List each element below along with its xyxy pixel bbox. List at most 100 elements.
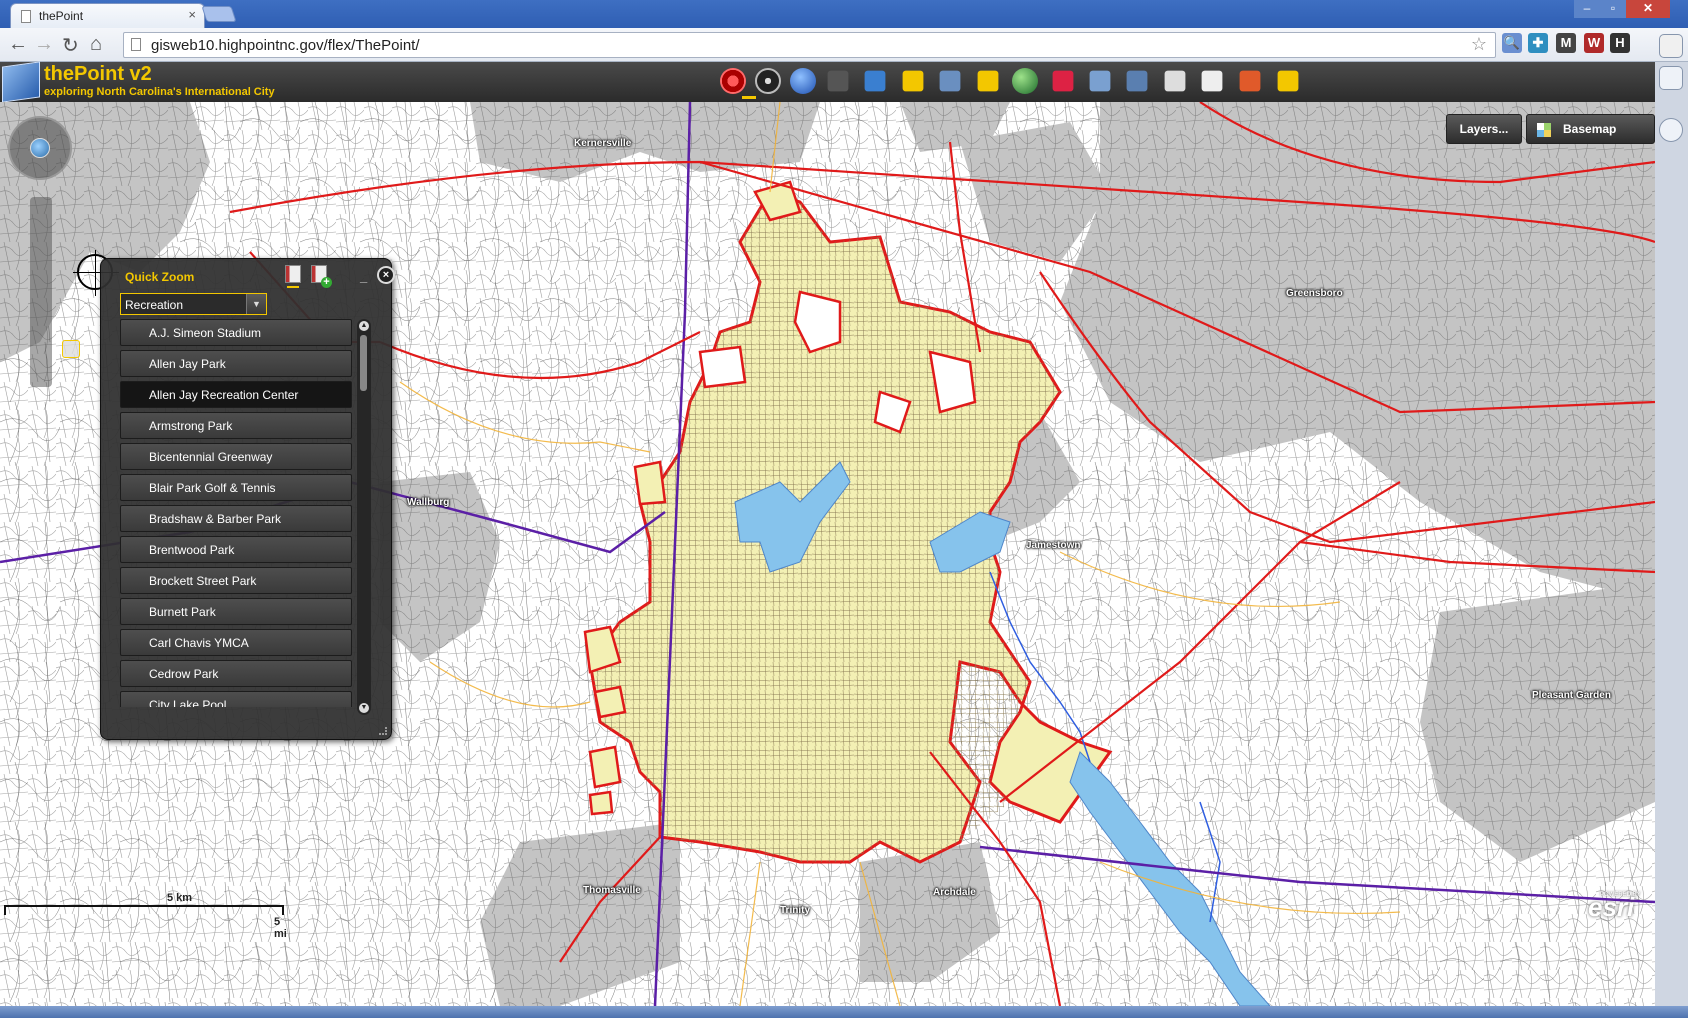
target-tool-icon[interactable]: [720, 68, 746, 94]
list-item[interactable]: A.J. Simeon Stadium: [120, 319, 352, 346]
browser-tab[interactable]: thePoint ×: [10, 3, 205, 28]
basemap-button[interactable]: Basemap: [1526, 114, 1655, 144]
side-panel-strip: [1655, 34, 1688, 1018]
table-tool-icon[interactable]: [864, 70, 886, 92]
category-select-value: Recreation: [125, 298, 184, 312]
back-button[interactable]: ←: [8, 33, 28, 56]
side-orange-button[interactable]: [1659, 34, 1683, 58]
label-thomasville: Thomasville: [583, 885, 641, 896]
pan-hand-icon[interactable]: [62, 340, 80, 358]
scale-bar: 5 km 5 mi: [4, 892, 287, 940]
scale-line: [4, 905, 284, 915]
app-subtitle: exploring North Carolina's International…: [44, 86, 275, 98]
puzzle-ext-icon[interactable]: ✚: [1528, 33, 1548, 53]
address-bar[interactable]: gisweb10.highpointnc.gov/flex/ThePoint/ …: [123, 32, 1496, 58]
draw-tool-icon[interactable]: [1089, 70, 1111, 92]
search-ext-icon[interactable]: 🔍: [1502, 33, 1522, 53]
list-scrollbar[interactable]: ▲ ▼: [357, 319, 371, 715]
move-tool-icon[interactable]: [902, 70, 924, 92]
scrollbar-thumb[interactable]: [360, 335, 367, 391]
browser-toolbar: ← → ↻ ⌂ gisweb10.highpointnc.gov/flex/Th…: [0, 28, 1688, 62]
report-tool-icon[interactable]: [1239, 70, 1261, 92]
scroll-up-icon[interactable]: ▲: [359, 321, 369, 331]
scale-mi-label: 5 mi: [274, 916, 287, 940]
app-title: thePoint v2: [44, 63, 152, 85]
lock-tool-icon[interactable]: [977, 70, 999, 92]
info-tool-icon[interactable]: [790, 68, 816, 94]
layers-tool-icon[interactable]: [939, 70, 961, 92]
layers-button[interactable]: Layers...: [1446, 114, 1522, 144]
list-item[interactable]: Carl Chavis YMCA: [120, 629, 352, 656]
tab-title: thePoint: [39, 9, 84, 23]
map-navigation-control[interactable]: [8, 116, 72, 180]
h-ext-icon[interactable]: H: [1610, 33, 1630, 53]
minimize-panel-button[interactable]: _: [360, 269, 367, 284]
basemap-label: Basemap: [1563, 122, 1617, 136]
globe-icon[interactable]: [30, 138, 50, 158]
list-item[interactable]: Bradshaw & Barber Park: [120, 505, 352, 532]
navigate-tool-icon[interactable]: [755, 68, 781, 94]
label-greensboro: Greensboro: [1286, 288, 1343, 299]
bookmark-star-icon[interactable]: ☆: [1471, 34, 1487, 55]
scroll-down-icon[interactable]: ▼: [359, 703, 369, 713]
os-taskbar: [0, 1006, 1688, 1018]
key-tool-icon[interactable]: [1277, 70, 1299, 92]
list-item[interactable]: Brockett Street Park: [120, 567, 352, 594]
reload-button[interactable]: ↻: [62, 33, 79, 58]
label-pleasant-garden: Pleasant Garden: [1532, 690, 1611, 701]
forward-button[interactable]: →: [34, 33, 54, 56]
news-ext-icon[interactable]: W: [1584, 33, 1604, 53]
active-view-indicator: [287, 286, 299, 288]
home-button[interactable]: ⌂: [90, 33, 102, 56]
basemap-icon: [1537, 123, 1551, 137]
list-item[interactable]: Allen Jay Recreation Center: [120, 381, 352, 408]
side-nav-button[interactable]: [1659, 118, 1683, 142]
new-tab-button[interactable]: [201, 6, 237, 22]
globe-tool-icon[interactable]: [1012, 68, 1038, 94]
chevron-down-icon[interactable]: ▼: [246, 294, 266, 314]
bookmarks-icon[interactable]: [285, 265, 301, 283]
close-panel-button[interactable]: ×: [377, 266, 395, 284]
list-item[interactable]: Armstrong Park: [120, 412, 352, 439]
label-kernersville: Kernersville: [574, 138, 632, 149]
list-item[interactable]: Bicentennial Greenway: [120, 443, 352, 470]
side-action-button[interactable]: [1659, 66, 1683, 90]
label-archdale: Archdale: [933, 887, 976, 898]
url-text[interactable]: gisweb10.highpointnc.gov/flex/ThePoint/: [151, 37, 420, 54]
binoculars-tool-icon[interactable]: [827, 70, 849, 92]
list-item[interactable]: Cedrow Park: [120, 660, 352, 687]
page: { "browser": { "tab_title": "thePoint", …: [0, 0, 1688, 1018]
gmail-ext-icon[interactable]: M: [1556, 33, 1576, 53]
page-icon: [131, 38, 141, 51]
app-header: thePoint v2 exploring North Carolina's I…: [0, 61, 1655, 103]
list-item[interactable]: Blair Park Golf & Tennis: [120, 474, 352, 501]
label-trinity: Trinity: [780, 905, 811, 916]
list-item[interactable]: Allen Jay Park: [120, 350, 352, 377]
maximize-window-button[interactable]: ▫: [1600, 0, 1626, 18]
category-select[interactable]: Recreation ▼: [120, 293, 267, 315]
select-tool-icon[interactable]: [1164, 70, 1186, 92]
list-item[interactable]: City Lake Pool: [120, 691, 352, 707]
page-icon: [21, 10, 31, 23]
measure-tool-icon[interactable]: [1052, 70, 1074, 92]
map-canvas[interactable]: Kernersville Greensboro Wallburg Jamestown P…: [0, 102, 1655, 1006]
quick-zoom-panel: Quick Zoom _ × Recreation ▼ A.J. Simeon …: [100, 258, 395, 740]
close-window-button[interactable]: ✕: [1626, 0, 1670, 18]
download-tool-icon[interactable]: [1201, 70, 1223, 92]
list-item[interactable]: Burnett Park: [120, 598, 352, 625]
app-logo-icon: [2, 61, 40, 103]
esri-logo[interactable]: esri: [1588, 892, 1646, 928]
active-tool-indicator: [742, 96, 756, 99]
quick-zoom-title: Quick Zoom: [125, 270, 195, 284]
minimize-window-button[interactable]: –: [1574, 0, 1600, 18]
resize-grip-icon[interactable]: [379, 727, 387, 735]
label-jamestown: Jamestown: [1026, 540, 1081, 551]
list-item[interactable]: Brentwood Park: [120, 536, 352, 563]
quick-zoom-list: A.J. Simeon Stadium Allen Jay Park Allen J…: [120, 319, 354, 707]
scale-km-label: 5 km: [167, 892, 193, 904]
print-tool-icon[interactable]: [1126, 70, 1148, 92]
add-bookmark-icon[interactable]: [311, 265, 332, 288]
zoom-slider[interactable]: [30, 197, 80, 387]
tab-close-icon[interactable]: ×: [188, 7, 196, 22]
browser-tab-strip: thePoint × – ▫ ✕: [0, 0, 1688, 28]
